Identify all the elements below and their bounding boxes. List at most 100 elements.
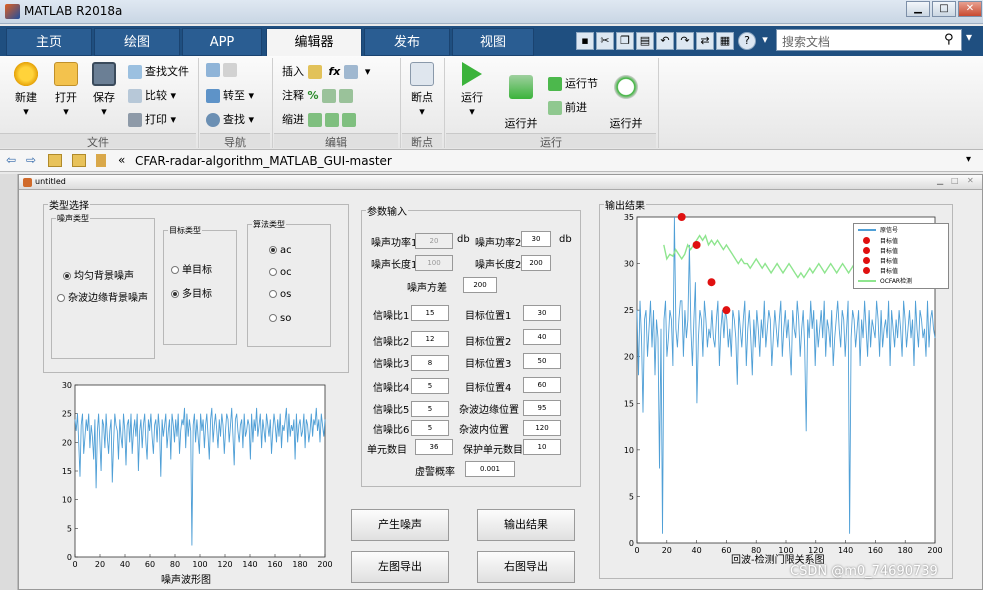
right-plot-export-button[interactable]: 右图导出: [477, 551, 575, 583]
noise-power2-label: 噪声功率2: [475, 238, 522, 249]
x-tick-label: 80: [170, 560, 180, 569]
current-path[interactable]: CFAR-radar-algorithm_MATLAB_GUI-master: [135, 154, 392, 168]
insert-button[interactable]: 插入 fx ▾: [282, 63, 370, 79]
x-tick-label: 40: [692, 546, 702, 555]
indent-button[interactable]: 缩进: [282, 111, 359, 127]
radio-multi-target[interactable]: 多目标: [171, 285, 212, 300]
noise-len1-input[interactable]: 100: [415, 255, 453, 271]
redo-quick-icon[interactable]: ↷: [676, 32, 694, 50]
tab-view[interactable]: 视图: [452, 28, 534, 56]
radio-uniform-noise[interactable]: 均匀背景噪声: [63, 267, 134, 282]
figure-maximize-button[interactable]: □: [951, 176, 959, 185]
print-button[interactable]: 打印 ▾: [128, 111, 176, 127]
output-result-button[interactable]: 输出结果: [477, 509, 575, 541]
cell-count-input[interactable]: 36: [415, 439, 453, 455]
help-icon[interactable]: ?: [738, 32, 756, 50]
legend-marker-target: [863, 257, 870, 264]
radio-algo-ac[interactable]: ac: [269, 245, 292, 256]
figure-minimize-button[interactable]: ▁: [937, 176, 943, 185]
snr4-input[interactable]: 5: [411, 378, 449, 394]
generate-noise-button[interactable]: 产生噪声: [351, 509, 449, 541]
ribbon-separator: [658, 58, 659, 148]
path-dropdown-icon[interactable]: ▾: [966, 154, 971, 165]
filter-dropdown-icon[interactable]: ▾: [966, 30, 972, 44]
snr2-input[interactable]: 12: [411, 331, 449, 347]
find-files-button[interactable]: 查找文件: [128, 63, 189, 79]
decrease-indent-icon: [341, 113, 356, 127]
tab-home[interactable]: 主页: [6, 28, 92, 56]
undo-quick-icon[interactable]: ↶: [656, 32, 674, 50]
insert-section-icon: [307, 65, 322, 79]
pfa-label: 虚警概率: [415, 467, 455, 478]
tab-editor[interactable]: 编辑器: [266, 28, 362, 56]
snr3-input[interactable]: 8: [411, 355, 449, 371]
radio-single-target[interactable]: 单目标: [171, 261, 212, 276]
paste-quick-icon[interactable]: ▤: [636, 32, 654, 50]
pos3-input[interactable]: 50: [523, 353, 561, 369]
run-section-icon: [548, 77, 562, 91]
path-chevron[interactable]: «: [118, 153, 125, 167]
cut-quick-icon[interactable]: ✂: [596, 32, 614, 50]
run-button[interactable]: 运行 ▾: [452, 62, 492, 118]
legend-marker-target: [863, 247, 870, 254]
radio-algo-oc[interactable]: oc: [269, 267, 292, 278]
breakpoints-button[interactable]: 断点 ▾: [404, 62, 440, 118]
help-dropdown-icon[interactable]: ▾: [758, 32, 772, 50]
radio-clutter-edge-noise[interactable]: 杂波边缘背景噪声: [57, 289, 148, 304]
new-button[interactable]: 新建 ▾: [6, 62, 46, 118]
snr6-input[interactable]: 5: [411, 420, 449, 436]
guard-cell-input[interactable]: 10: [523, 439, 561, 455]
radio-algo-so[interactable]: so: [269, 313, 291, 324]
x-tick-label: 200: [317, 560, 332, 569]
browse-folder-icon[interactable]: [72, 154, 86, 167]
pos1-input[interactable]: 30: [523, 305, 561, 321]
save-button[interactable]: 保存 ▾: [86, 62, 122, 118]
snr1-input[interactable]: 15: [411, 305, 449, 321]
tab-plots[interactable]: 绘图: [94, 28, 180, 56]
search-icon[interactable]: ⚲: [944, 32, 954, 47]
pos3-label: 目标位置3: [465, 359, 512, 370]
tab-publish[interactable]: 发布: [364, 28, 450, 56]
noise-power1-input[interactable]: 20: [415, 233, 453, 249]
pfa-input[interactable]: 0.001: [465, 461, 515, 477]
open-button[interactable]: 打开 ▾: [46, 62, 86, 118]
tab-apps[interactable]: APP: [182, 28, 262, 56]
layout-quick-icon[interactable]: ▦: [716, 32, 734, 50]
snr5-input[interactable]: 5: [411, 401, 449, 417]
pos4-input[interactable]: 60: [523, 377, 561, 393]
clutter-inner-pos-input[interactable]: 120: [523, 420, 561, 436]
x-tick-label: 60: [721, 546, 731, 555]
algorithm-type-group: 算法类型: [247, 219, 331, 347]
noise-len2-input[interactable]: 200: [521, 255, 551, 271]
noise-power2-input[interactable]: 30: [521, 231, 551, 247]
forward-arrow-icon[interactable]: ⇨: [26, 153, 36, 167]
y-tick-label: 20: [624, 353, 634, 362]
maximize-button[interactable]: □: [932, 1, 956, 17]
save-quick-icon[interactable]: ▪: [576, 32, 594, 50]
compare-button[interactable]: 比较 ▾: [128, 87, 176, 103]
x-tick-label: 120: [217, 560, 232, 569]
close-button[interactable]: ✕: [958, 1, 982, 17]
minimize-button[interactable]: ▁: [906, 1, 930, 17]
advance-button[interactable]: 前进: [548, 99, 587, 115]
clutter-edge-pos-input[interactable]: 95: [523, 400, 561, 416]
pos2-input[interactable]: 40: [523, 329, 561, 345]
noise-var-input[interactable]: 200: [463, 277, 497, 293]
ribbon-separator: [400, 58, 401, 148]
ribbon-separator: [198, 58, 199, 148]
search-documentation-input[interactable]: 搜索文档: [776, 29, 962, 51]
figure-close-button[interactable]: ✕: [967, 176, 974, 185]
snr4-label: 信噪比4: [373, 383, 410, 394]
switch-windows-icon[interactable]: ⇄: [696, 32, 714, 50]
back-forward-nav[interactable]: [206, 63, 240, 77]
find-button[interactable]: 查找 ▾: [206, 111, 254, 127]
x-tick-label: 160: [267, 560, 282, 569]
goto-button[interactable]: 转至 ▾: [206, 87, 254, 103]
up-folder-icon[interactable]: [48, 154, 62, 167]
comment-button[interactable]: 注释 %: [282, 87, 356, 103]
run-section-button[interactable]: 运行节: [548, 75, 598, 91]
left-plot-export-button[interactable]: 左图导出: [351, 551, 449, 583]
back-arrow-icon[interactable]: ⇦: [6, 153, 16, 167]
copy-quick-icon[interactable]: ❐: [616, 32, 634, 50]
radio-algo-os[interactable]: os: [269, 289, 291, 300]
